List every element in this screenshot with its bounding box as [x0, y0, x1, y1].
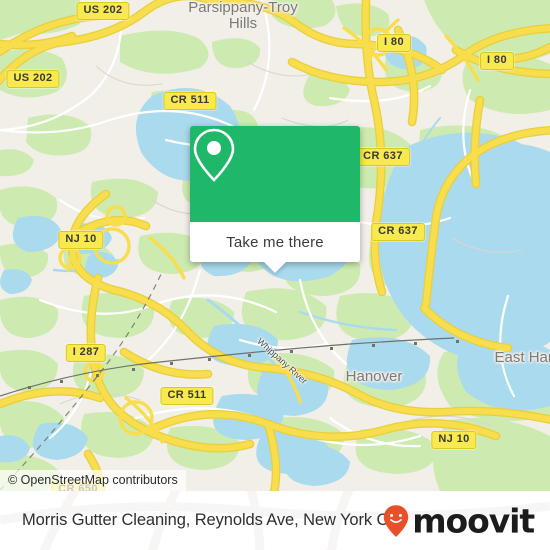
road-shield: I 80	[480, 52, 514, 70]
place-label: Parsippany-Troy Hills	[188, 0, 298, 32]
map-canvas[interactable]: .g{fill:#cdebb0} .w{fill:#aadaee} .rd{fi…	[0, 0, 550, 491]
road-shield: US 202	[76, 2, 130, 20]
road-shield: I 287	[65, 344, 107, 362]
road-shield: NJ 10	[58, 231, 104, 249]
moovit-logo[interactable]: moovit	[383, 501, 535, 540]
road-shield: US 202	[6, 70, 60, 88]
road-shield: CR 637	[356, 148, 410, 166]
road-shield: CR 511	[163, 92, 217, 110]
map-popup-card[interactable]: Take me there	[190, 126, 360, 273]
popup-header	[190, 126, 360, 222]
moovit-smiley-pin-icon	[384, 504, 409, 537]
map-attribution[interactable]: © OpenStreetMap contributors	[0, 470, 186, 491]
road-shield: CR 511	[160, 387, 214, 405]
page-title: Morris Gutter Cleaning, Reynolds Ave, Ne…	[22, 511, 405, 529]
place-label: Hanover	[345, 368, 403, 385]
place-label: East Hanover	[494, 349, 550, 366]
screenshot-root: .g{fill:#cdebb0} .w{fill:#aadaee} .rd{fi…	[0, 0, 550, 550]
moovit-wordmark: moovit	[412, 501, 535, 540]
footer-bar: Morris Gutter Cleaning, Reynolds Ave, Ne…	[0, 491, 550, 550]
road-shield: CR 637	[371, 223, 425, 241]
location-pin-icon	[193, 128, 235, 182]
popup-action-button[interactable]: Take me there	[190, 222, 360, 262]
road-shield: NJ 10	[431, 431, 477, 449]
popup-action-label: Take me there	[226, 233, 324, 251]
popup-tail	[263, 261, 287, 273]
road-shield: I 80	[377, 34, 411, 52]
